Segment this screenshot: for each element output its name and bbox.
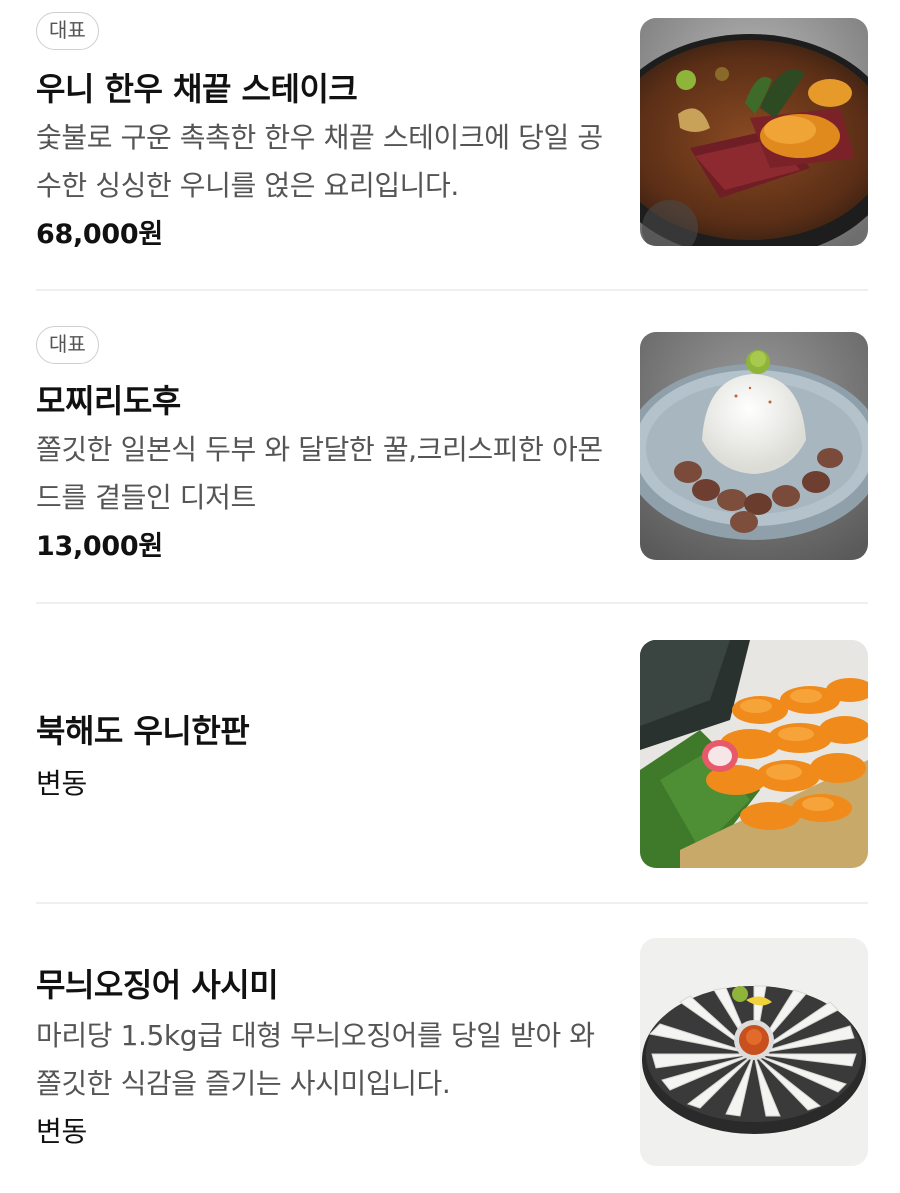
signature-badge: 대표 [36,326,99,364]
menu-list: 대표 우니 한우 채끝 스테이크 숯불로 구운 촉촉한 한우 채끝 스테이크에 … [0,0,900,1193]
sea-urchin-tray-photo[interactable] [640,640,868,868]
divider [36,602,868,604]
menu-item-description: 쫄깃한 일본식 두부 와 달달한 꿀,크리스피한 아몬드를 곁들인 디저트 [36,433,603,514]
menu-item-price: 변동 [36,1115,87,1148]
menu-item[interactable]: 북해도 우니한판 변동 [36,640,868,868]
divider [36,289,868,291]
menu-item-name: 우니 한우 채끝 스테이크 [36,70,358,108]
menu-item-description: 마리당 1.5kg급 대형 무늬오징어를 당일 받아 와 쫄깃한 식감을 즐기는… [36,1019,595,1100]
signature-badge: 대표 [36,12,99,50]
menu-item[interactable]: 대표 모찌리도후 쫄깃한 일본식 두부 와 달달한 꿀,크리스피한 아몬드를 곁… [36,326,868,562]
divider [36,902,868,904]
menu-item-name: 북해도 우니한판 [36,712,250,750]
steak-with-sea-urchin-photo[interactable] [640,18,868,246]
menu-item-price: 68,000원 [36,219,163,250]
menu-item[interactable]: 무늬오징어 사시미 마리당 1.5kg급 대형 무늬오징어를 당일 받아 와 쫄… [36,938,868,1166]
menu-item-price: 변동 [36,767,87,800]
menu-item-description: 숯불로 구운 촉촉한 한우 채끝 스테이크에 당일 공수한 싱싱한 우니를 얹은… [36,121,603,202]
menu-item-name: 모찌리도후 [36,382,181,420]
mochi-tofu-dessert-photo[interactable] [640,332,868,560]
menu-item[interactable]: 대표 우니 한우 채끝 스테이크 숯불로 구운 촉촉한 한우 채끝 스테이크에 … [36,12,868,250]
squid-sashimi-platter-photo[interactable] [640,938,868,1166]
menu-item-name: 무늬오징어 사시미 [36,966,279,1004]
menu-item-price: 13,000원 [36,531,163,562]
